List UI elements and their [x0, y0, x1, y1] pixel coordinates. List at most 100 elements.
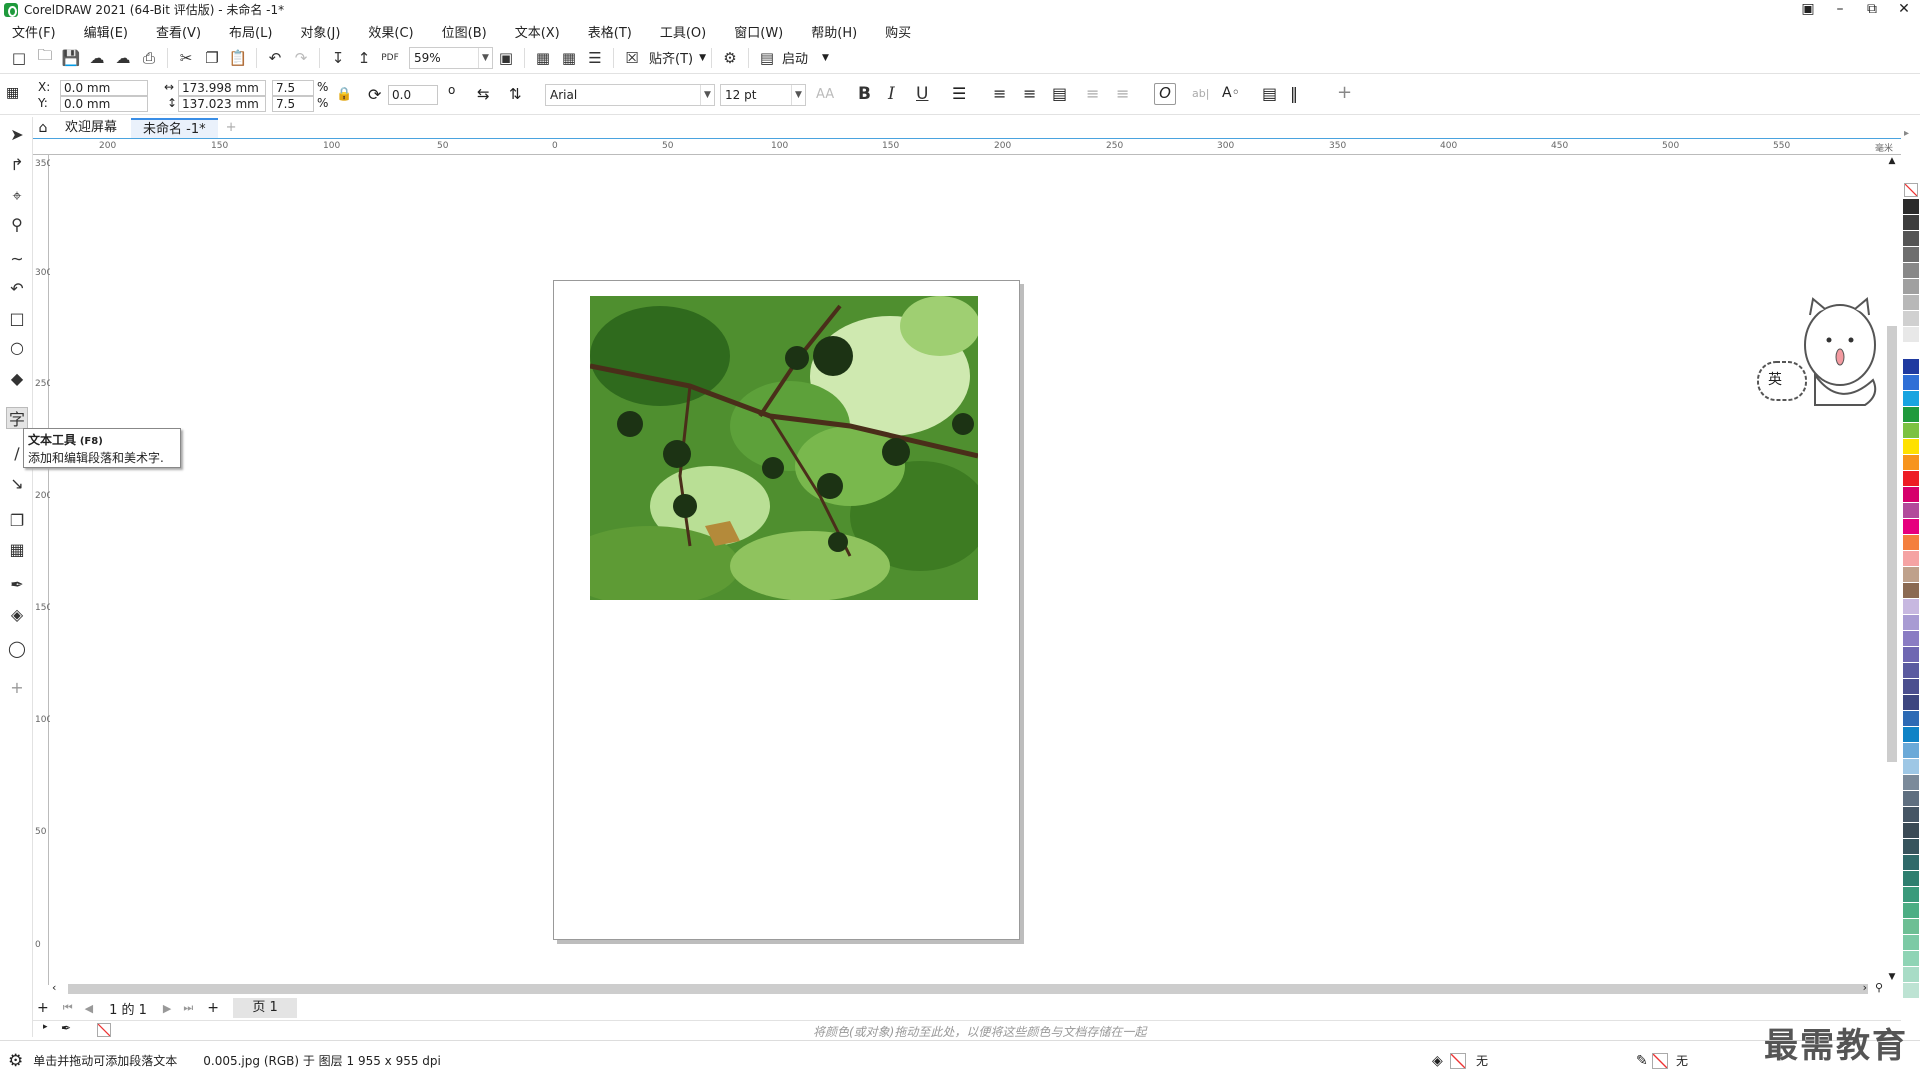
eyedropper-tool-icon[interactable]: ✒ [6, 573, 28, 595]
ime-language-label[interactable]: 英 [1768, 369, 1782, 389]
character-formatting-icon[interactable]: A◦ [1222, 85, 1240, 101]
zoom-tool-icon[interactable]: ⚲ [6, 213, 28, 235]
color-swatch[interactable] [1903, 343, 1919, 359]
add-tab-button[interactable]: + [220, 118, 243, 138]
drop-cap-icon[interactable]: ▤ [1052, 84, 1067, 103]
close-button[interactable]: ✕ [1888, 0, 1920, 19]
scale-height-input[interactable]: 7.5 [272, 96, 314, 112]
color-swatch[interactable] [1903, 743, 1919, 759]
decrease-indent-icon[interactable]: ≡ [1086, 84, 1099, 103]
color-swatch[interactable] [1903, 903, 1919, 919]
drop-shadow-tool-icon[interactable]: ❐ [6, 509, 28, 531]
color-palette[interactable] [1903, 199, 1919, 1016]
color-swatch[interactable] [1903, 839, 1919, 855]
launch-button[interactable]: 启动 [782, 48, 808, 67]
menu-view[interactable]: 查看(V) [156, 22, 201, 41]
color-swatch[interactable] [1903, 535, 1919, 551]
menu-window[interactable]: 窗口(W) [734, 22, 783, 41]
vertical-text-icon[interactable]: ‖ [1290, 84, 1298, 103]
chevron-down-icon[interactable]: ▼ [822, 53, 829, 63]
color-swatch[interactable] [1903, 615, 1919, 631]
home-icon[interactable]: ⌂ [33, 118, 53, 138]
next-page-icon[interactable]: ▶ [163, 1002, 171, 1015]
add-icon[interactable]: + [1337, 82, 1352, 103]
x-position-input[interactable]: 0.0 mm [60, 80, 148, 96]
scroll-left-icon[interactable]: ‹ [52, 981, 56, 994]
color-swatch[interactable] [1903, 551, 1919, 567]
tab-document[interactable]: 未命名 -1* [131, 118, 218, 138]
menu-tools[interactable]: 工具(O) [660, 22, 706, 41]
color-swatch[interactable] [1903, 935, 1919, 951]
tab-welcome-screen[interactable]: 欢迎屏幕 [53, 118, 129, 138]
snap-off-icon[interactable]: ☒ [622, 48, 642, 68]
numbered-list-icon[interactable]: ≡ [1023, 84, 1036, 103]
text-wrap-icon[interactable]: ab| [1192, 87, 1209, 100]
freehand-tool-icon[interactable]: ∼ [6, 247, 28, 269]
scroll-down-icon[interactable]: ▼ [1885, 972, 1899, 982]
vertical-scrollbar[interactable]: ▲ ▼ [1885, 156, 1899, 982]
show-rulers-icon[interactable]: ▦ [533, 48, 553, 68]
undo-icon[interactable]: ↶ [265, 48, 285, 68]
color-swatch[interactable] [1903, 855, 1919, 871]
application-launcher-icon[interactable]: ▤ [757, 48, 777, 68]
options-gear-icon[interactable]: ⚙ [720, 48, 740, 68]
color-swatch[interactable] [1903, 663, 1919, 679]
expand-arrow-icon[interactable]: ▸ [43, 1022, 48, 1032]
pick-tool-icon[interactable]: ➤ [6, 123, 28, 145]
color-swatch[interactable] [1903, 807, 1919, 823]
transparency-tool-icon[interactable]: ▦ [6, 538, 28, 560]
color-swatch[interactable] [1903, 359, 1919, 375]
interactive-fill-tool-icon[interactable]: ◈ [6, 603, 28, 625]
color-swatch[interactable] [1903, 759, 1919, 775]
color-swatch[interactable] [1903, 311, 1919, 327]
ime-mascot-widget[interactable]: 英 [1755, 295, 1885, 410]
italic-button[interactable]: I [888, 84, 895, 104]
cloud-upload-icon[interactable]: ☁ [113, 48, 133, 68]
color-swatch[interactable] [1903, 391, 1919, 407]
object-origin-icon[interactable]: ▦ [6, 85, 19, 101]
new-document-icon[interactable]: □ [9, 48, 29, 68]
add-tool-icon[interactable]: + [6, 676, 28, 698]
color-swatch[interactable] [1903, 887, 1919, 903]
show-guidelines-icon[interactable]: ☰ [585, 48, 605, 68]
chevron-down-icon[interactable]: ▼ [699, 53, 706, 63]
menu-layout[interactable]: 布局(L) [229, 22, 272, 41]
color-swatch[interactable] [1903, 775, 1919, 791]
underline-button[interactable]: U [916, 84, 928, 104]
scroll-right-icon[interactable]: › [1863, 981, 1867, 994]
color-swatch[interactable] [1903, 503, 1919, 519]
color-swatch[interactable] [1903, 711, 1919, 727]
color-swatch[interactable] [1903, 599, 1919, 615]
zoom-navigator-icon[interactable]: ⚲ [1875, 981, 1883, 994]
font-scale-icon[interactable]: AA [816, 87, 834, 102]
page-tab[interactable]: 页 1 [233, 998, 298, 1018]
fig-tree-photo[interactable] [590, 296, 978, 600]
color-swatch[interactable] [1903, 631, 1919, 647]
text-tool-icon[interactable]: 字 [6, 407, 28, 429]
menu-table[interactable]: 表格(T) [588, 22, 632, 41]
color-swatch[interactable] [1903, 375, 1919, 391]
color-swatch[interactable] [1903, 519, 1919, 535]
color-swatch[interactable] [1903, 679, 1919, 695]
horizontal-scrollbar[interactable]: ‹ › ⚲ [50, 981, 1885, 996]
user-account-icon[interactable]: ▣ [1792, 0, 1824, 19]
snap-to-button[interactable]: 贴齐(T) [649, 48, 693, 67]
opentype-icon[interactable]: O [1154, 83, 1176, 105]
menu-edit[interactable]: 编辑(E) [84, 22, 128, 41]
color-swatch[interactable] [1903, 439, 1919, 455]
menu-effects[interactable]: 效果(C) [368, 22, 413, 41]
paste-icon[interactable]: 📋 [228, 48, 248, 68]
scale-width-input[interactable]: 7.5 [272, 80, 314, 96]
menu-buy[interactable]: 购买 [885, 22, 911, 41]
outline-none-swatch[interactable] [1652, 1052, 1668, 1069]
add-page-before-icon[interactable]: + [37, 1000, 49, 1016]
color-swatch[interactable] [1903, 407, 1919, 423]
redo-icon[interactable]: ↷ [291, 48, 311, 68]
color-swatch[interactable] [1903, 951, 1919, 967]
color-swatch[interactable] [1903, 231, 1919, 247]
export-icon[interactable]: ↥ [354, 48, 374, 68]
document-palette[interactable]: ▸ ✒ 将颜色(或对象)拖动至此处，以便将这些颜色与文档存储在一起 [33, 1020, 1901, 1039]
color-swatch[interactable] [1903, 967, 1919, 983]
color-swatch[interactable] [1903, 263, 1919, 279]
open-folder-icon[interactable]: 🗀 [35, 46, 55, 68]
